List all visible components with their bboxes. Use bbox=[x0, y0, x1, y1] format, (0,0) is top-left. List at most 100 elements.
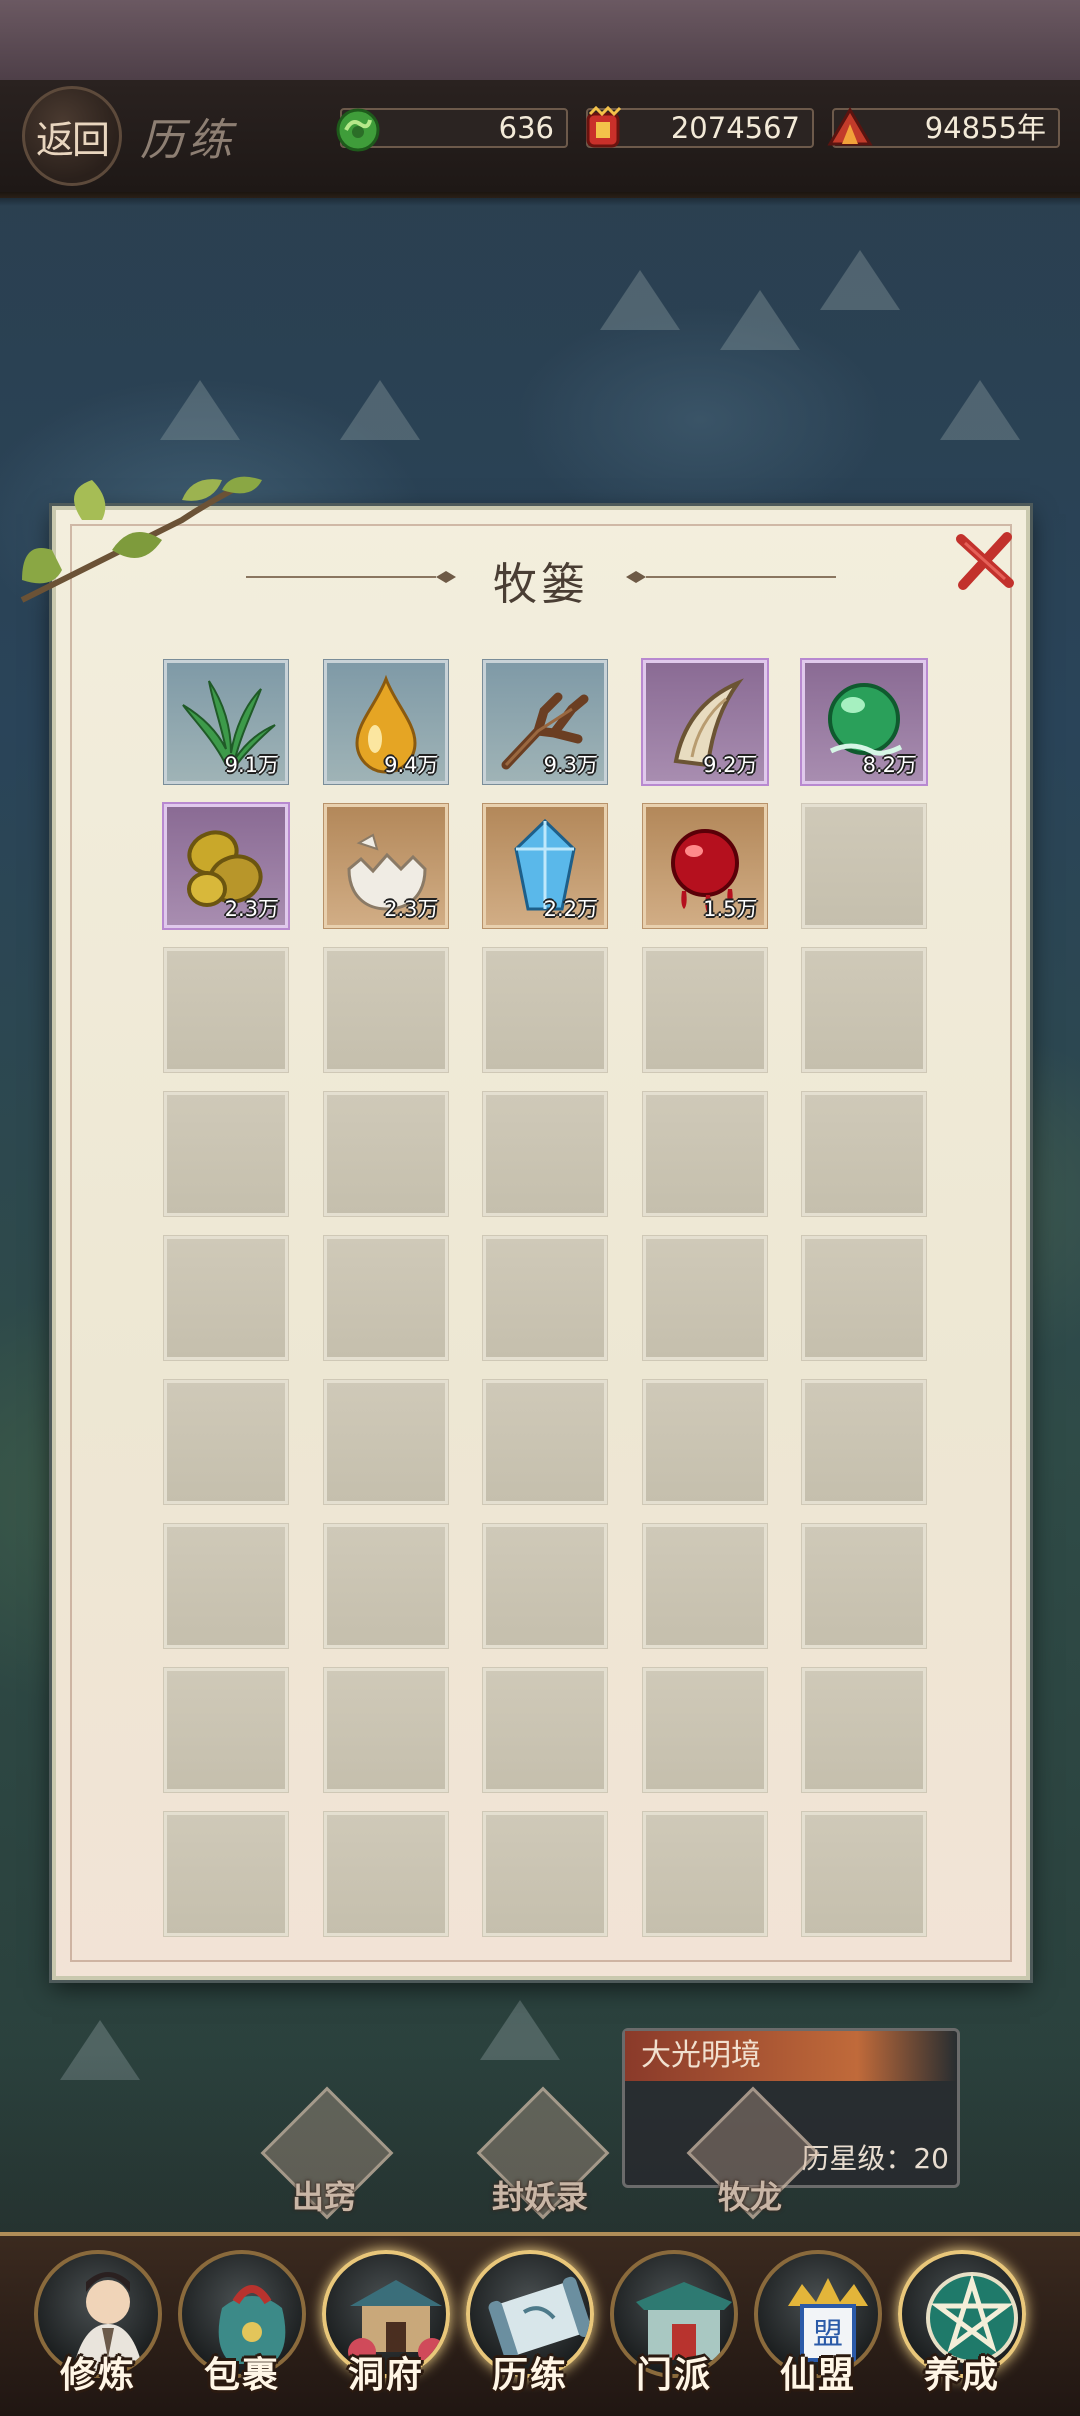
jade-amount: 636 bbox=[498, 111, 554, 145]
map-mountain bbox=[820, 250, 900, 310]
map-mountain bbox=[340, 380, 420, 440]
empty-item-slot[interactable] bbox=[801, 1235, 927, 1361]
lifespan-incense-icon bbox=[827, 107, 873, 146]
item-quantity: 8.2万 bbox=[862, 753, 917, 777]
nav-label: 修炼 bbox=[59, 2354, 136, 2396]
empty-item-slot[interactable] bbox=[163, 1091, 289, 1217]
item-quantity: 9.4万 bbox=[384, 753, 439, 777]
status-strip bbox=[0, 0, 1080, 80]
empty-item-slot[interactable] bbox=[641, 1523, 768, 1649]
empty-item-slot[interactable] bbox=[163, 947, 289, 1073]
nav-label: 洞府 bbox=[347, 2354, 424, 2396]
empty-item-slot[interactable] bbox=[322, 1091, 449, 1217]
item-slot-beast-fang[interactable]: 9.2万 bbox=[640, 658, 769, 786]
nav-dongfu[interactable]: 洞府 bbox=[316, 2250, 456, 2400]
item-slot-golden-oil-drop[interactable]: 9.4万 bbox=[322, 659, 449, 785]
nav-xianmeng[interactable]: 盟 仙盟 bbox=[748, 2250, 888, 2400]
nav-baoguo[interactable]: 包裹 bbox=[172, 2250, 312, 2400]
nav-menpai[interactable]: 门派 bbox=[604, 2250, 744, 2400]
nav-xiulian[interactable]: 修炼 bbox=[28, 2250, 168, 2400]
back-button[interactable]: 返回 bbox=[22, 86, 122, 186]
map-mountain bbox=[720, 290, 800, 350]
empty-item-slot[interactable] bbox=[482, 1235, 608, 1361]
region-title: 大光明境 bbox=[625, 2031, 957, 2081]
empty-item-slot[interactable] bbox=[641, 1235, 768, 1361]
empty-item-slot[interactable] bbox=[322, 1379, 449, 1505]
empty-item-slot[interactable] bbox=[801, 803, 927, 929]
nav-label: 仙盟 bbox=[779, 2354, 856, 2396]
item-quantity: 9.3万 bbox=[543, 753, 598, 777]
bottom-navigation: 修炼 包裹 洞府 历练 门派 盟 仙盟 养成 bbox=[0, 2232, 1080, 2416]
map-mountain bbox=[940, 380, 1020, 440]
empty-item-slot[interactable] bbox=[322, 947, 449, 1073]
empty-item-slot[interactable] bbox=[482, 1091, 608, 1217]
empty-item-slot[interactable] bbox=[482, 1523, 608, 1649]
spirit-coin-counter: 2074567 bbox=[586, 105, 814, 148]
empty-item-slot[interactable] bbox=[482, 1379, 608, 1505]
map-mountain bbox=[160, 380, 240, 440]
nav-yangcheng[interactable]: 养成 bbox=[892, 2250, 1032, 2400]
item-quantity: 1.5万 bbox=[703, 897, 758, 921]
empty-item-slot[interactable] bbox=[482, 1811, 608, 1937]
item-slot-golden-scales[interactable]: 2.3万 bbox=[162, 802, 290, 930]
mode-fengyao-button[interactable]: 封妖录 bbox=[476, 2086, 610, 2220]
empty-item-slot[interactable] bbox=[322, 1235, 449, 1361]
lifespan-amount: 94855年 bbox=[924, 111, 1046, 145]
empty-item-slot[interactable] bbox=[482, 947, 608, 1073]
item-slot-jade-orb[interactable]: 8.2万 bbox=[800, 658, 928, 786]
empty-item-slot[interactable] bbox=[801, 1667, 927, 1793]
empty-item-slot[interactable] bbox=[641, 947, 768, 1073]
herding-basket-dialog: 牧篓 9.1万 9.4万 9.3万 9.2万 8.2万 2.3万 2.3万 2.2万 1.5万 bbox=[20, 476, 1030, 1980]
nav-label: 历练 bbox=[491, 2354, 568, 2396]
empty-item-slot[interactable] bbox=[641, 1811, 768, 1937]
empty-item-slot[interactable] bbox=[641, 1667, 768, 1793]
page-title: 历练 bbox=[140, 115, 236, 166]
mode-label: 出窍 bbox=[291, 2178, 356, 2216]
item-slot-ancient-branch[interactable]: 9.3万 bbox=[482, 659, 608, 785]
nav-label: 包裹 bbox=[203, 2354, 280, 2396]
spirit-coin-pouch-icon bbox=[586, 105, 622, 148]
mode-label: 牧龙 bbox=[717, 2178, 782, 2216]
empty-item-slot[interactable] bbox=[482, 1667, 608, 1793]
item-slot-ice-crystal[interactable]: 2.2万 bbox=[482, 803, 608, 929]
nav-label: 门派 bbox=[635, 2354, 712, 2396]
item-quantity: 2.3万 bbox=[224, 897, 279, 921]
region-star-level: 历星级：20 bbox=[801, 2142, 949, 2175]
item-slot-blood-pearl[interactable]: 1.5万 bbox=[641, 803, 768, 929]
empty-item-slot[interactable] bbox=[801, 1379, 927, 1505]
map-mountain bbox=[600, 270, 680, 330]
item-quantity: 9.2万 bbox=[703, 753, 758, 777]
item-slot-spirit-grass[interactable]: 9.1万 bbox=[163, 659, 289, 785]
empty-item-slot[interactable] bbox=[163, 1811, 289, 1937]
close-button[interactable] bbox=[950, 528, 1020, 594]
empty-item-slot[interactable] bbox=[801, 1091, 927, 1217]
nav-lilian[interactable]: 历练 bbox=[460, 2250, 600, 2400]
mode-label: 封妖录 bbox=[491, 2178, 588, 2216]
empty-item-slot[interactable] bbox=[322, 1667, 449, 1793]
empty-item-slot[interactable] bbox=[801, 1811, 927, 1937]
empty-item-slot[interactable] bbox=[322, 1523, 449, 1649]
mode-mulong-button[interactable]: 牧龙 bbox=[686, 2086, 820, 2220]
top-header: 返回 历练 636 2074567 94855年 bbox=[0, 80, 1080, 206]
empty-item-slot[interactable] bbox=[163, 1379, 289, 1505]
item-quantity: 2.2万 bbox=[543, 897, 598, 921]
close-x-icon bbox=[956, 532, 1014, 590]
item-slot-broken-eggshell[interactable]: 2.3万 bbox=[322, 803, 449, 929]
map-mountain bbox=[480, 2000, 560, 2060]
empty-item-slot[interactable] bbox=[322, 1811, 449, 1937]
jade-counter: 636 bbox=[336, 108, 568, 152]
title-ornament-right bbox=[626, 571, 836, 583]
lifespan-counter: 94855年 bbox=[827, 107, 1060, 148]
empty-item-slot[interactable] bbox=[163, 1523, 289, 1649]
empty-item-slot[interactable] bbox=[641, 1091, 768, 1217]
item-quantity: 2.3万 bbox=[384, 897, 439, 921]
dialog-title: 牧篓 bbox=[493, 559, 589, 610]
empty-item-slot[interactable] bbox=[801, 947, 927, 1073]
empty-item-slot[interactable] bbox=[163, 1235, 289, 1361]
mode-chuqiao-button[interactable]: 出窍 bbox=[260, 2086, 394, 2220]
empty-item-slot[interactable] bbox=[163, 1667, 289, 1793]
empty-item-slot[interactable] bbox=[641, 1379, 768, 1505]
empty-item-slot[interactable] bbox=[801, 1523, 927, 1649]
jade-dragon-icon bbox=[336, 108, 380, 152]
item-quantity: 9.1万 bbox=[224, 753, 279, 777]
